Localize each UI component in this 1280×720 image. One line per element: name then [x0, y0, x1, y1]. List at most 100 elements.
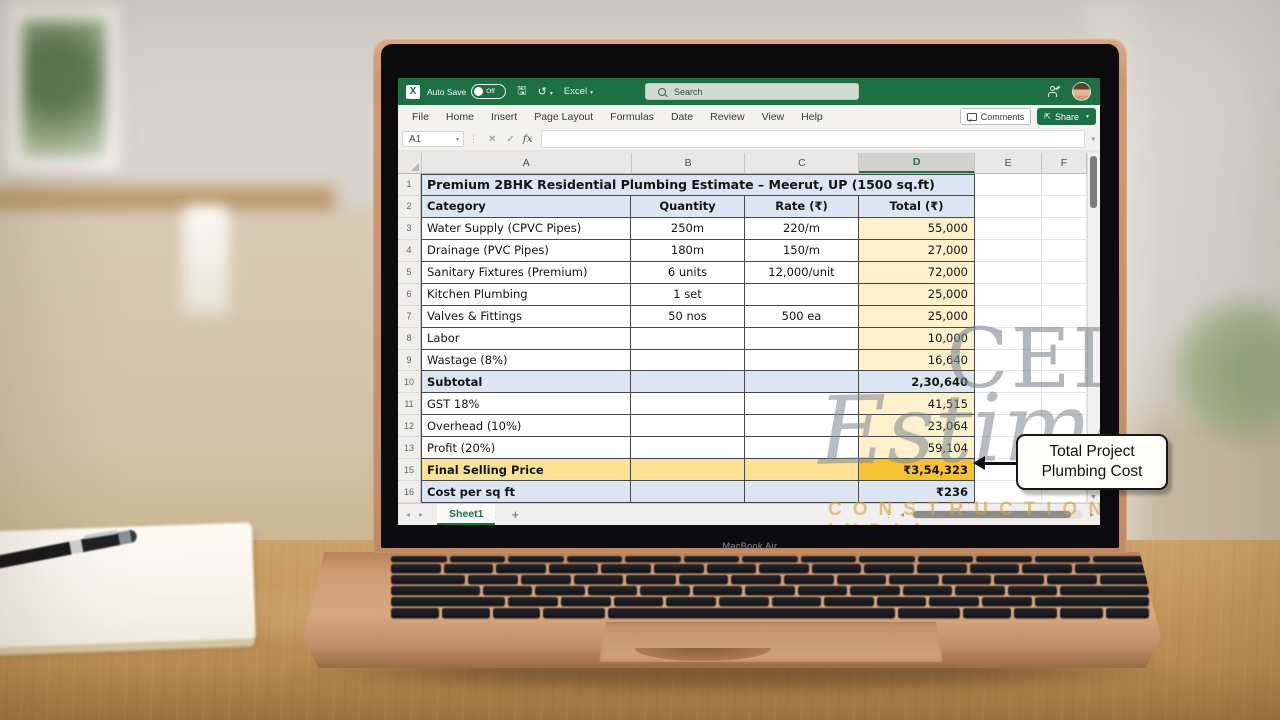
- select-all-corner[interactable]: [398, 153, 422, 173]
- key[interactable]: [731, 575, 781, 584]
- scroll-down-icon[interactable]: ▼: [1090, 494, 1097, 501]
- cell-D12[interactable]: 23,064: [859, 415, 975, 437]
- cell-E4[interactable]: [975, 240, 1042, 262]
- cell-D10[interactable]: 2,30,640: [859, 371, 975, 393]
- row-header-7[interactable]: 7: [398, 306, 421, 328]
- column-header-A[interactable]: A: [422, 153, 632, 173]
- undo-icon[interactable]: ↺▾: [538, 85, 553, 98]
- ribbon-tab-file[interactable]: File: [412, 111, 429, 123]
- cell-B7[interactable]: 50 nos: [631, 306, 745, 328]
- key[interactable]: [1100, 575, 1150, 584]
- key[interactable]: [625, 556, 681, 562]
- ribbon-tab-formulas[interactable]: Formulas: [610, 111, 654, 123]
- sheet-tab-sheet1[interactable]: Sheet1: [437, 504, 495, 525]
- cell-A2[interactable]: Category: [421, 196, 631, 218]
- key[interactable]: [654, 564, 704, 573]
- column-header-E[interactable]: E: [975, 153, 1042, 173]
- cell-E2[interactable]: [975, 196, 1042, 218]
- key[interactable]: [976, 556, 1032, 562]
- key[interactable]: [1035, 597, 1149, 606]
- excel-app-icon[interactable]: X: [406, 85, 420, 99]
- row-header-11[interactable]: 11: [398, 393, 421, 415]
- add-sheet-button[interactable]: +: [511, 507, 519, 522]
- key[interactable]: [798, 586, 847, 595]
- hscroll-left-icon[interactable]: ◂: [900, 510, 904, 519]
- cell-A11[interactable]: GST 18%: [421, 393, 631, 415]
- ribbon-tab-view[interactable]: View: [762, 111, 785, 123]
- cell-C7[interactable]: 500 ea: [745, 306, 859, 328]
- cell-C10[interactable]: [745, 371, 859, 393]
- sheet-nav-left-icon[interactable]: ◂: [406, 510, 410, 519]
- key[interactable]: [898, 608, 960, 618]
- key[interactable]: [614, 597, 664, 606]
- cell-B13[interactable]: [631, 437, 745, 459]
- key[interactable]: [508, 556, 564, 562]
- ribbon-tab-help[interactable]: Help: [801, 111, 823, 123]
- cell-A5[interactable]: Sanitary Fixtures (Premium): [421, 262, 631, 284]
- keyboard[interactable]: [391, 556, 1149, 618]
- cancel-icon[interactable]: ✕: [488, 134, 496, 145]
- comments-button[interactable]: Comments: [960, 108, 1032, 125]
- cell-F11[interactable]: [1042, 393, 1087, 415]
- key[interactable]: [1035, 556, 1091, 562]
- cell-D15[interactable]: ₹3,54,323: [859, 459, 975, 481]
- column-header-D[interactable]: D: [859, 153, 975, 173]
- cell-D2[interactable]: Total (₹): [859, 196, 975, 218]
- key[interactable]: [442, 608, 490, 618]
- ribbon-tab-home[interactable]: Home: [446, 111, 474, 123]
- key[interactable]: [864, 564, 914, 573]
- cell-B11[interactable]: [631, 393, 745, 415]
- cell-B4[interactable]: 180m: [631, 240, 745, 262]
- row-header-12[interactable]: 12: [398, 415, 421, 437]
- cell-C15[interactable]: [745, 459, 859, 481]
- cell-D16[interactable]: ₹236: [859, 481, 975, 503]
- cell-A13[interactable]: Profit (20%): [421, 437, 631, 459]
- key[interactable]: [679, 575, 729, 584]
- cell-F9[interactable]: [1042, 350, 1087, 372]
- formula-bar-expand-icon[interactable]: ▾: [1091, 135, 1095, 143]
- horizontal-scroll-thumb[interactable]: [913, 511, 1071, 518]
- row-header-13[interactable]: 13: [398, 437, 421, 459]
- key[interactable]: [982, 597, 1032, 606]
- key[interactable]: [742, 556, 798, 562]
- key[interactable]: [521, 575, 571, 584]
- ribbon-tab-review[interactable]: Review: [710, 111, 744, 123]
- cell-A4[interactable]: Drainage (PVC Pipes): [421, 240, 631, 262]
- row-header-4[interactable]: 4: [398, 240, 421, 262]
- key[interactable]: [1093, 556, 1149, 562]
- row-header-5[interactable]: 5: [398, 262, 421, 284]
- key[interactable]: [719, 597, 769, 606]
- key[interactable]: [801, 556, 857, 562]
- key[interactable]: [1060, 608, 1103, 618]
- key[interactable]: [666, 597, 716, 606]
- ribbon-tab-date[interactable]: Date: [671, 111, 693, 123]
- key[interactable]: [508, 597, 558, 606]
- save-icon[interactable]: 🖫: [517, 82, 526, 101]
- cell-B2[interactable]: Quantity: [631, 196, 745, 218]
- cell-E7[interactable]: [975, 306, 1042, 328]
- key[interactable]: [684, 556, 740, 562]
- column-header-C[interactable]: C: [745, 153, 859, 173]
- cell-A15[interactable]: Final Selling Price: [421, 459, 631, 481]
- key[interactable]: [1022, 564, 1072, 573]
- key[interactable]: [468, 575, 518, 584]
- fx-icon[interactable]: fx: [523, 133, 533, 145]
- key[interactable]: [493, 608, 541, 618]
- row-header-15[interactable]: 15: [398, 459, 421, 481]
- cell-D9[interactable]: 16,640: [859, 350, 975, 372]
- cell-A7[interactable]: Valves & Fittings: [421, 306, 631, 328]
- row-header-16[interactable]: 16: [398, 481, 421, 503]
- cell-F10[interactable]: [1042, 371, 1087, 393]
- key[interactable]: [549, 564, 599, 573]
- column-header-F[interactable]: F: [1042, 153, 1087, 173]
- key[interactable]: [850, 586, 899, 595]
- key[interactable]: [837, 575, 887, 584]
- key[interactable]: [391, 597, 505, 606]
- key[interactable]: [994, 575, 1044, 584]
- cell-A9[interactable]: Wastage (8%): [421, 350, 631, 372]
- cell-C2[interactable]: Rate (₹): [745, 196, 859, 218]
- ribbon-tab-page-layout[interactable]: Page Layout: [534, 111, 593, 123]
- key[interactable]: [496, 564, 546, 573]
- cell-D13[interactable]: 59,104: [859, 437, 975, 459]
- key[interactable]: [917, 564, 967, 573]
